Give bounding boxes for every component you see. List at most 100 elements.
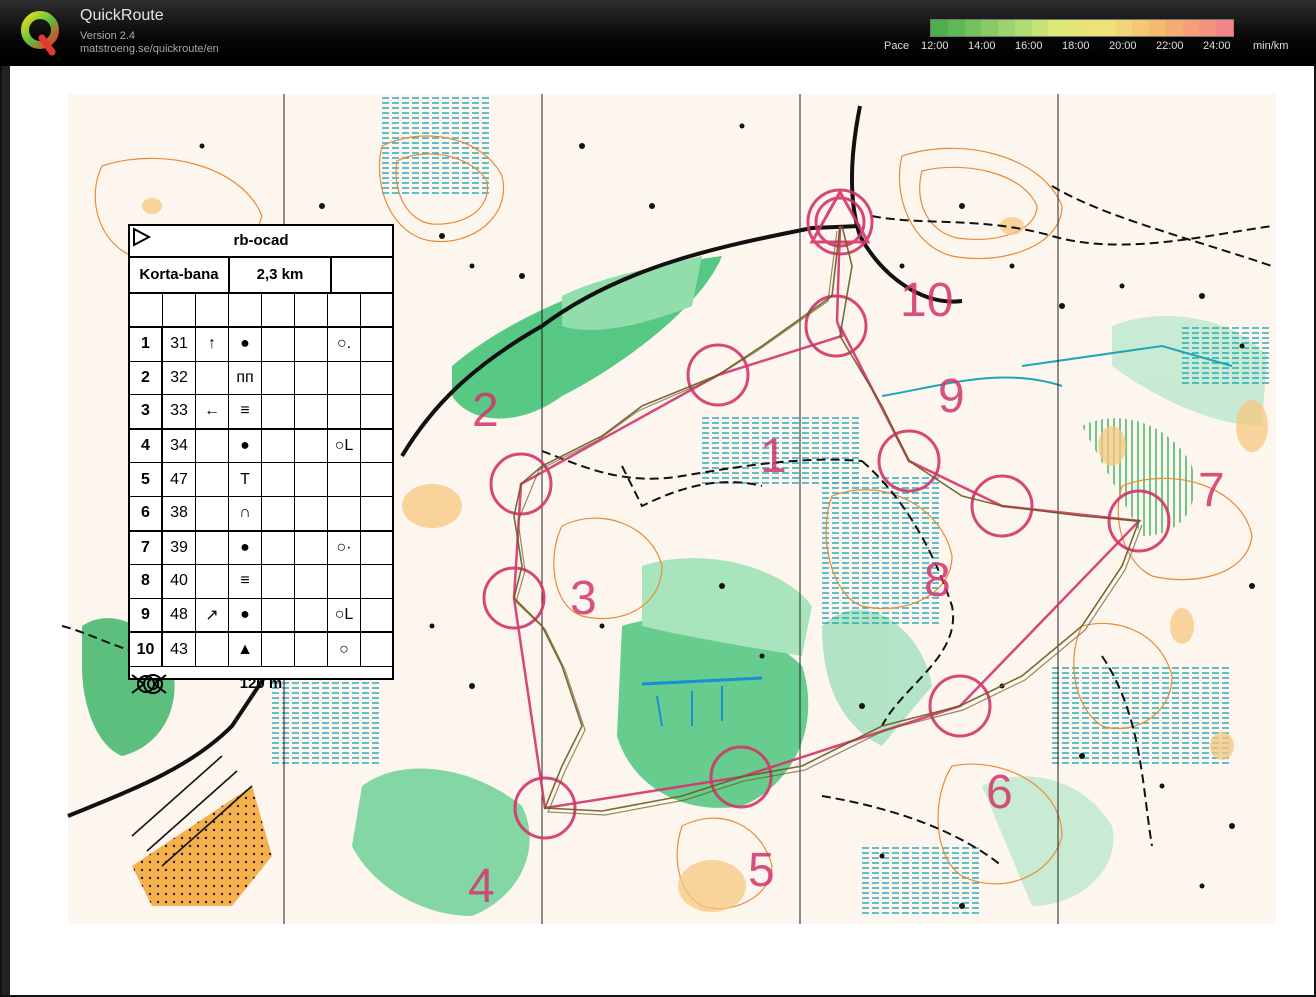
control-code: 31 [163,328,196,361]
pace-scale-segment [1199,20,1218,36]
control-feature: ∩ [229,496,262,530]
course-length: 2,3 km [230,258,332,292]
pace-scale-segment [931,20,949,36]
control-row: 3 33 ← ≡ [130,395,392,430]
control-feature: ≡ [229,565,262,598]
pace-tick: 22:00 [1156,40,1184,52]
pace-tick: 24:00 [1203,40,1231,52]
control-code: 33 [163,395,196,428]
control-row-number: 6 [130,496,163,530]
control-detail: ○L [328,598,361,632]
control-detail [328,496,361,530]
empty-cell [295,496,328,530]
pace-tick: 14:00 [968,40,996,52]
course-header: Korta-bana 2,3 km [130,258,392,294]
empty-cell [361,565,392,598]
start-row [130,227,392,328]
empty-cell [295,633,328,666]
control-feature: ▲ [229,633,262,666]
control-row-number: 3 [130,395,163,428]
empty-cell [295,429,328,463]
course-name: Korta-bana [130,258,230,292]
empty-cell [295,395,328,428]
empty-cell [262,565,295,598]
control-number: 8 [924,554,951,607]
control-number: 2 [472,384,499,437]
control-code: 43 [163,633,196,666]
empty-cell [361,532,392,565]
pace-scale-segment [998,20,1016,36]
finish-icon [131,673,163,694]
control-row-number: 8 [130,565,163,598]
control-direction [196,361,229,395]
control-row: 5 47 T [130,463,392,497]
start-triangle-icon [133,227,152,247]
empty-cell [361,497,392,530]
pace-scale-segment [1216,20,1234,36]
pace-scale-segment [1132,20,1151,36]
control-feature: ≡ [229,395,262,428]
control-detail: ○· [328,531,361,565]
pace-tick: 18:00 [1062,40,1090,52]
control-direction: ↑ [196,328,229,361]
pace-scale-segment [947,20,966,36]
control-description-sheet: rb-ocad Korta-bana 2,3 km 1 31 ↑ ● ○. 2 32 ᴨᴨ 3 3… [128,224,394,694]
control-detail [328,361,361,395]
control-row-number: 4 [130,429,163,463]
finish-row: 120 m [130,667,392,701]
empty-cell [295,463,328,496]
control-row-number: 7 [130,531,163,565]
app-title: QuickRoute [80,7,164,24]
control-number: 6 [986,766,1013,819]
control-number: 4 [468,860,495,913]
empty-cell [262,395,295,428]
control-code: 48 [163,598,196,632]
pace-unit: min/km [1253,40,1289,52]
control-code: 34 [163,429,196,463]
pace-scale-segment [1098,20,1117,36]
control-row: 2 32 ᴨᴨ [130,361,392,396]
map-view[interactable]: 1 2 3 4 5 6 7 8 9 10 rb-ocad Korta-bana … [2,66,1314,995]
empty-cell [361,328,392,361]
control-number: 1 [760,430,787,483]
empty-cell [262,496,295,530]
pace-tick: 16:00 [1015,40,1043,52]
pace-scale-segment [1014,20,1033,36]
pace-scale-segment [1182,20,1201,36]
empty-cell [295,565,328,598]
control-feature: ᴨᴨ [229,361,262,395]
control-direction: ← [196,395,229,428]
control-code: 38 [163,496,196,530]
empty-cell [361,463,392,496]
control-number: 3 [570,572,597,625]
empty-cell [262,531,295,565]
empty-cell [295,598,328,632]
control-feature: T [229,463,262,496]
empty-cell [361,599,392,632]
control-number: 7 [1198,464,1225,517]
control-code: 47 [163,463,196,496]
control-code: 32 [163,361,196,395]
finish-distance: 120 m [239,675,283,693]
control-row-number: 2 [130,361,163,395]
control-row-number: 5 [130,463,163,496]
pace-scale-segment [981,20,1000,36]
pace-label: Pace [884,40,910,52]
empty-cell [361,430,392,463]
control-feature: ● [229,531,262,565]
control-row: 9 48 ↗ ● ○L [130,598,392,634]
pace-scale-segment [1031,20,1050,36]
control-detail [328,463,361,496]
empty-cell [262,633,295,666]
empty-cell [262,598,295,632]
control-detail: ○L [328,429,361,463]
empty-cell [262,429,295,463]
control-code: 40 [163,565,196,598]
pace-scale-segment [964,20,983,36]
control-code: 39 [163,531,196,565]
title-bar: QuickRoute Version 2.4 matstroeng.se/qui… [0,0,1316,66]
app-url-link[interactable]: matstroeng.se/quickroute/en [80,43,219,55]
control-detail: ○. [328,328,361,361]
empty-cell [262,328,295,361]
control-number: 10 [900,274,953,327]
